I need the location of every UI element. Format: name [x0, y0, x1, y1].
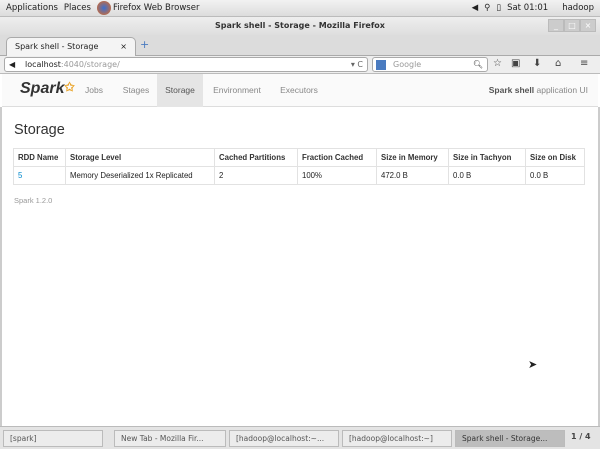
bookmark-star-icon[interactable]: ☆ [493, 58, 502, 69]
taskbar-item[interactable]: [hadoop@localhost:~... [229, 430, 339, 447]
menu-icon[interactable]: ≡ [580, 58, 588, 69]
applications-menu[interactable]: Applications [6, 3, 58, 13]
nav-environment[interactable]: Environment [207, 74, 267, 107]
column-header[interactable]: Size in Memory [376, 148, 449, 167]
nav-stages[interactable]: Stages [116, 74, 156, 107]
page-title: Storage [14, 122, 65, 138]
rdd-link[interactable]: 5 [18, 171, 22, 180]
places-menu[interactable]: Places [64, 3, 91, 13]
clock[interactable]: Sat 01:01 [507, 3, 548, 13]
search-input[interactable]: Google 🔍︎ [372, 57, 488, 72]
nav-storage[interactable]: Storage [157, 74, 203, 107]
mouse-cursor-icon: ➤ [528, 358, 538, 371]
table-cell: 472.0 B [376, 166, 449, 185]
nav-jobs[interactable]: Jobs [76, 74, 112, 107]
user-menu[interactable]: hadoop [562, 3, 594, 13]
back-icon[interactable]: ◀ [9, 58, 15, 71]
storage-table: RDD Name Storage Level Cached Partitions… [13, 148, 585, 185]
nav-executors[interactable]: Executors [270, 74, 328, 107]
version-footer: Spark 1.2.0 [14, 196, 53, 205]
table-row: 5 Memory Deserialized 1x Replicated 2 10… [13, 166, 585, 185]
clipboard-icon[interactable]: ▣ [511, 58, 520, 69]
taskbar-item[interactable]: [spark] [3, 430, 103, 447]
download-icon[interactable]: ⬇ [533, 58, 541, 69]
spark-navbar: Spark✩ Jobs Stages Storage Environment E… [2, 74, 598, 107]
minimize-button[interactable]: _ [548, 19, 564, 32]
app-name: Spark shell application UI [488, 85, 588, 95]
table-cell: 2 [214, 166, 298, 185]
column-header[interactable]: Fraction Cached [297, 148, 377, 167]
column-header[interactable]: Size on Disk [525, 148, 585, 167]
table-cell: 100% [297, 166, 377, 185]
active-app-label: Firefox Web Browser [112, 3, 200, 13]
taskbar-item[interactable]: New Tab - Mozilla Fir... [114, 430, 226, 447]
volume-icon[interactable]: ◀ [472, 3, 479, 13]
workspace-switcher[interactable]: 1 / 4 [571, 432, 591, 441]
home-icon[interactable]: ⌂ [555, 58, 561, 69]
url-bar[interactable]: ◀ localhost:4040/storage/ ▾ C [4, 57, 368, 72]
tab-bar: Spark shell - Storage × + [0, 35, 600, 56]
url-path: :4040/storage/ [60, 60, 120, 69]
table-cell: 0.0 B [448, 166, 526, 185]
google-icon [376, 60, 386, 70]
network-icon[interactable]: ⚲ [484, 3, 490, 13]
window-title: Spark shell - Storage - Mozilla Firefox [0, 17, 600, 35]
column-header[interactable]: Storage Level [65, 148, 215, 167]
close-window-button[interactable]: × [580, 19, 596, 32]
top-panel: Applications Places Firefox Web Browser … [0, 0, 600, 17]
spark-logo[interactable]: Spark✩ [20, 80, 75, 98]
url-host: localhost [25, 60, 61, 69]
search-placeholder: Google [393, 60, 422, 69]
taskbar: [spark] New Tab - Mozilla Fir... [hadoop… [0, 426, 600, 449]
browser-tab[interactable]: Spark shell - Storage × [6, 37, 136, 56]
table-cell: Memory Deserialized 1x Replicated [65, 166, 215, 185]
maximize-button[interactable]: □ [564, 19, 580, 32]
nav-toolbar: ◀ localhost:4040/storage/ ▾ C Google 🔍︎ … [0, 56, 600, 74]
table-header-row: RDD Name Storage Level Cached Partitions… [13, 148, 585, 167]
close-tab-icon[interactable]: × [120, 38, 127, 56]
taskbar-item-active[interactable]: Spark shell - Storage... [455, 430, 565, 447]
clipboard-icon[interactable]: ▯ [496, 3, 501, 13]
tab-label: Spark shell - Storage [15, 42, 99, 51]
table-cell: 0.0 B [525, 166, 585, 185]
taskbar-item[interactable]: [hadoop@localhost:~] [342, 430, 452, 447]
column-header[interactable]: RDD Name [13, 148, 66, 167]
firefox-icon [96, 1, 111, 15]
new-tab-button[interactable]: + [140, 38, 149, 51]
column-header[interactable]: Cached Partitions [214, 148, 298, 167]
column-header[interactable]: Size in Tachyon [448, 148, 526, 167]
search-icon[interactable]: 🔍︎ [473, 58, 483, 71]
reload-icon[interactable]: ▾ C [351, 58, 363, 71]
